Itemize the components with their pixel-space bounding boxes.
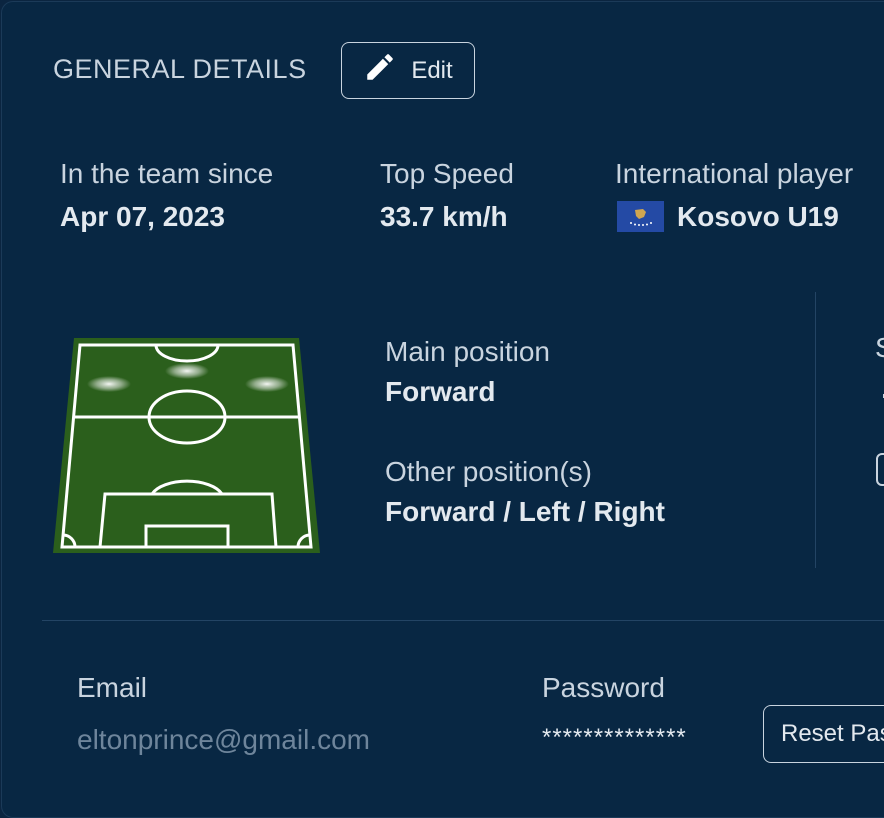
kosovo-flag-icon	[617, 201, 664, 232]
pencil-icon	[363, 50, 397, 91]
other-positions-label: Other position(s)	[385, 456, 592, 487]
player-marker	[87, 376, 131, 392]
team-since-value: Apr 07, 2023	[60, 201, 225, 232]
vertical-divider	[815, 292, 816, 568]
email-label: Email	[77, 672, 148, 703]
edit-button[interactable]: Edit	[341, 42, 475, 99]
player-marker	[245, 376, 289, 392]
password-value: **************	[542, 724, 687, 751]
pitch-diagram	[52, 337, 322, 554]
section-title: GENERAL DETAILS	[53, 54, 307, 84]
general-details-card: GENERAL DETAILS Edit In the team since A…	[1, 1, 884, 818]
reset-password-button[interactable]: Reset Password	[763, 705, 884, 763]
horizontal-divider	[42, 620, 884, 621]
main-position-label: Main position	[385, 336, 550, 367]
main-position-value: Forward	[385, 376, 496, 407]
right-panel-label: S	[875, 332, 884, 364]
international-label: International player	[615, 158, 854, 189]
top-speed-value: 33.7 km/h	[380, 201, 508, 232]
email-value: eltonprince@gmail.com	[77, 724, 370, 755]
player-marker	[165, 363, 209, 379]
right-panel-icon[interactable]	[876, 453, 884, 486]
international-value: Kosovo U19	[677, 201, 839, 232]
top-speed-label: Top Speed	[380, 158, 514, 189]
edit-button-label: Edit	[411, 56, 453, 84]
password-label: Password	[542, 672, 665, 703]
other-positions-value: Forward / Left / Right	[385, 496, 665, 527]
team-since-label: In the team since	[60, 158, 274, 189]
